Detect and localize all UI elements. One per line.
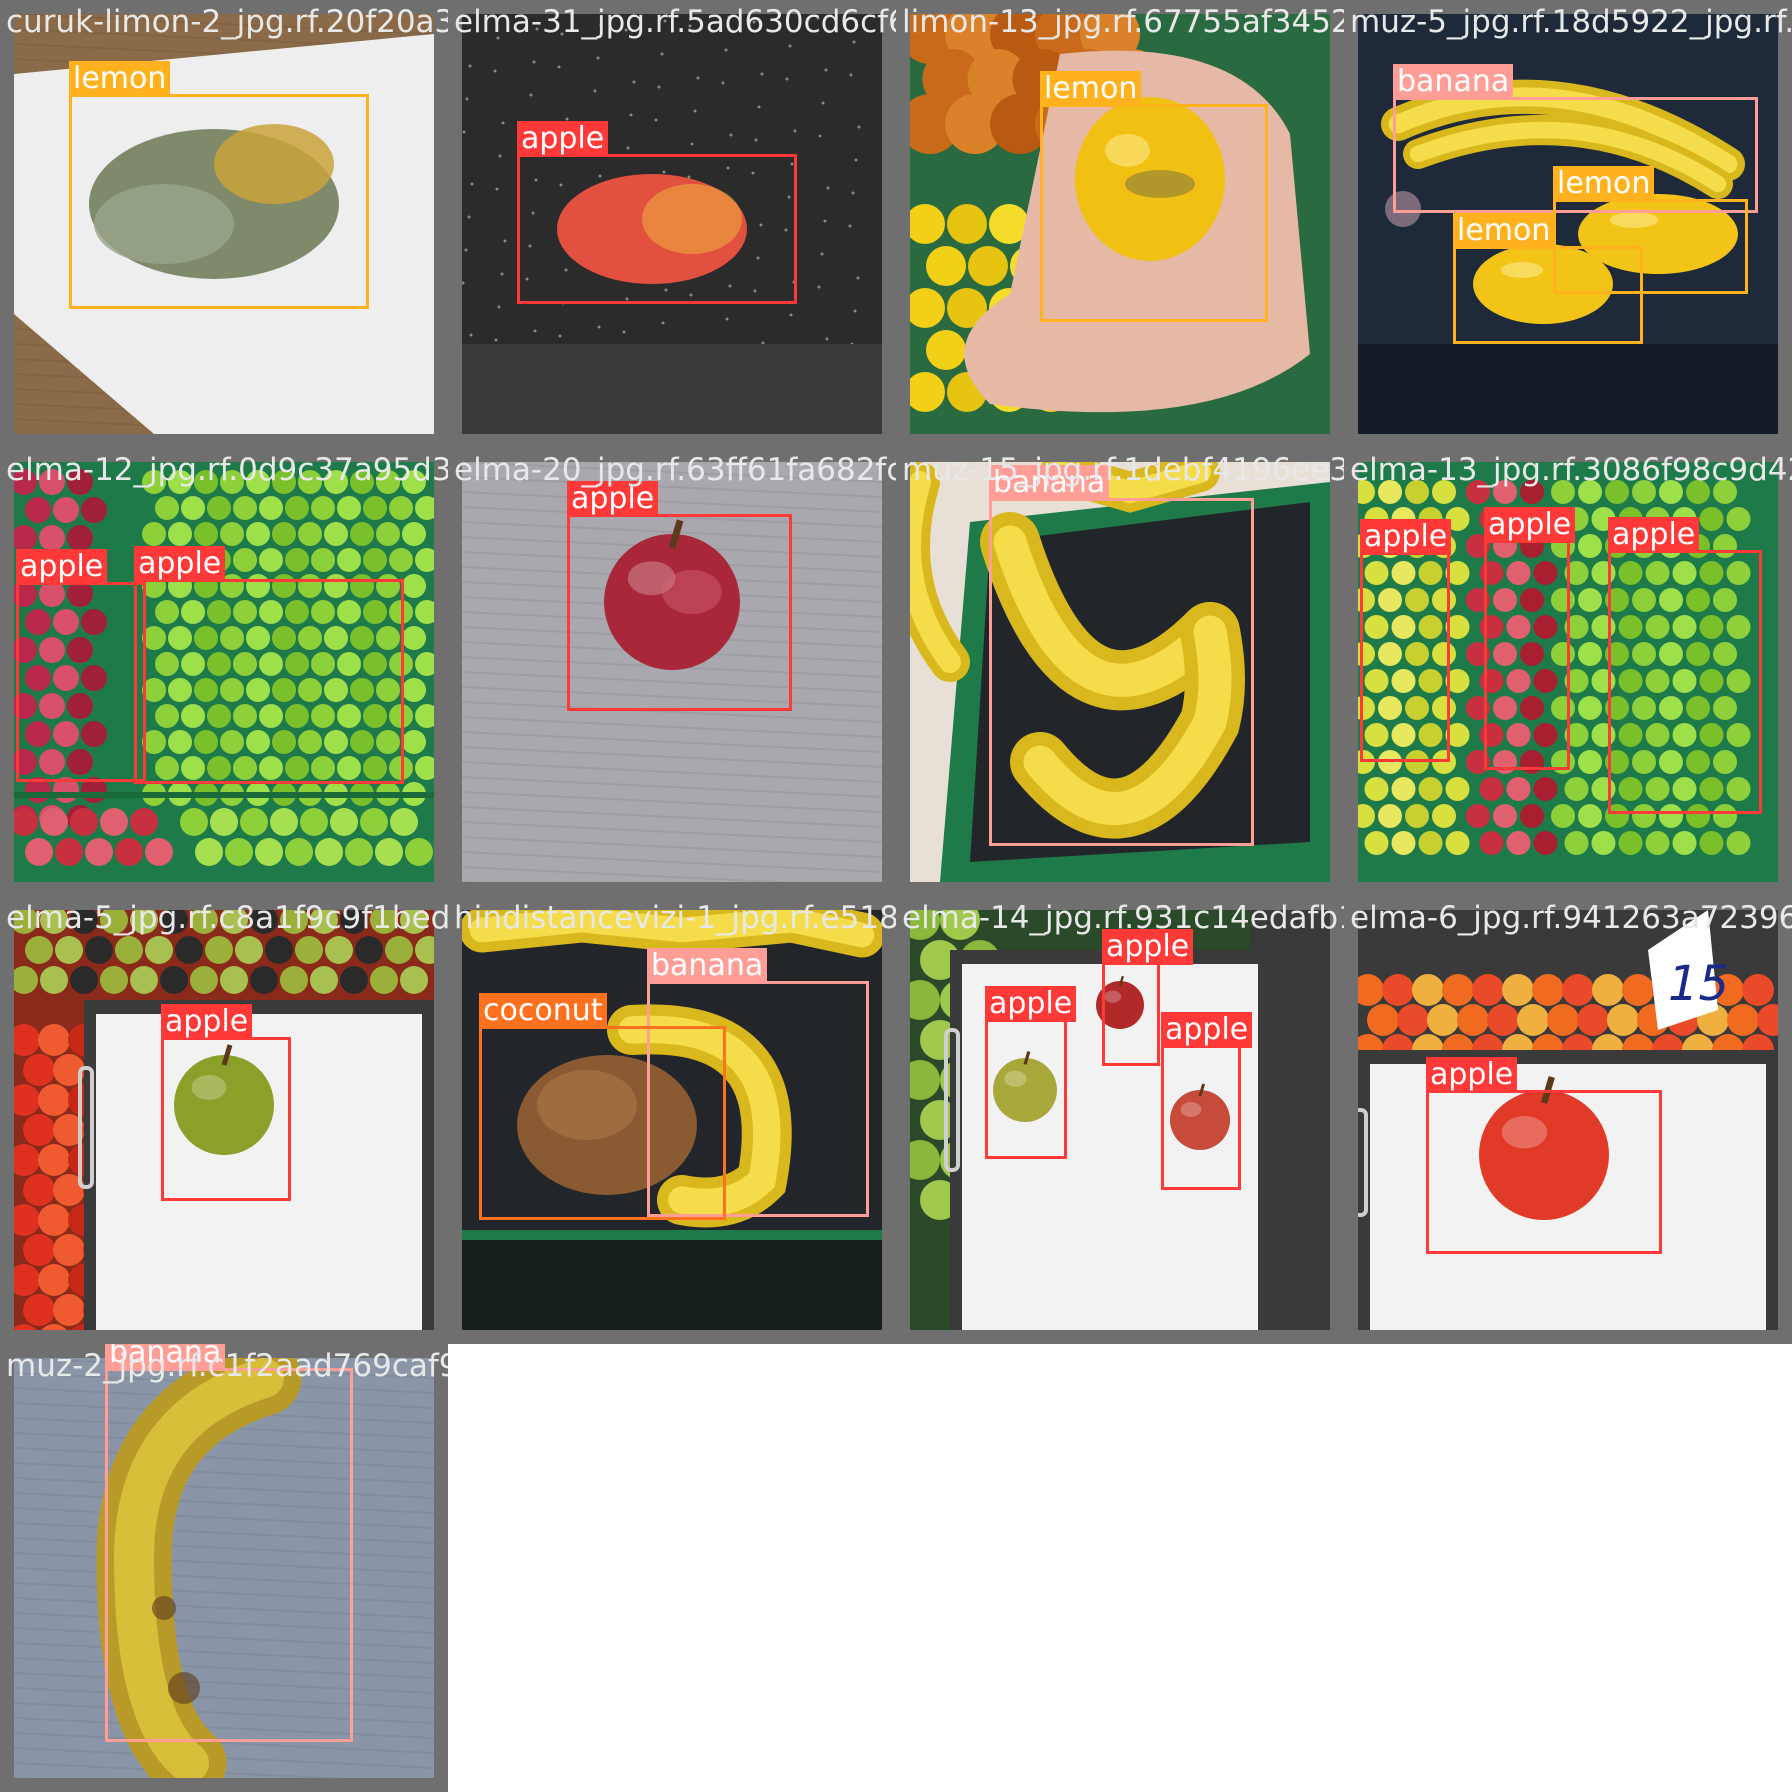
- apple-detection-box: apple: [985, 986, 1077, 1159]
- image-filename: elma-31_jpg.rf.5ad630cd6cf609dbf591ea: [454, 4, 896, 40]
- detection-label: apple: [134, 546, 226, 582]
- detection-label: banana: [647, 948, 768, 984]
- image-tile: appleelma-20_jpg.rf.63ff61fa682fc5d12f: [448, 448, 896, 896]
- image-tile: apple elma-5_jpg.rf.c8a1f9c9f1bedb8c43: [0, 896, 448, 1344]
- image-tile: lemon curuk-limon-2_jpg.rf.20f20a37eaa820…: [0, 0, 448, 448]
- image-filename: muz-15_jpg.rf.1debf4196ee388a72e7537873b: [902, 452, 1344, 488]
- detection-label: lemon: [1040, 71, 1142, 107]
- detection-label: banana: [1393, 64, 1514, 100]
- apple-detection-box: apple: [134, 546, 404, 784]
- image-filename: muz-2_jpg.rf.c1f2aad769caf9bcd45b0718: [6, 1348, 448, 1384]
- banana-detection-box: banana: [989, 465, 1254, 846]
- image-tile: apple elma-31_jpg.rf.5ad630cd6cf609dbf591…: [448, 0, 896, 448]
- detection-mosaic: lemon curuk-limon-2_jpg.rf.20f20a37eaa820…: [0, 0, 1792, 1792]
- image-tile: lemon limon-13_jpg.rf.67755af34520738c1a3…: [896, 0, 1344, 448]
- detection-label: apple: [1161, 1012, 1253, 1048]
- detection-label: lemon: [1553, 166, 1655, 202]
- image-filename: elma-5_jpg.rf.c8a1f9c9f1bedb8c43: [6, 900, 448, 936]
- coconut-detection-box: coconut: [479, 993, 726, 1220]
- detection-label: apple: [1360, 519, 1452, 555]
- image-filename: curuk-limon-2_jpg.rf.20f20a37eaa820e0cc: [6, 4, 448, 40]
- detection-label: lemon: [1453, 213, 1555, 249]
- image-tile: apple apple elma-12_jpg.rf.0d9c37a95d3e5f7…: [0, 448, 448, 896]
- image-filename: muz-5_jpg.rf.18d5922_jpg.rf.598b: [1350, 4, 1792, 40]
- apple-detection-box: apple: [16, 549, 146, 782]
- apple-detection-box: apple: [1426, 1057, 1662, 1254]
- apple-detection-box: apple: [1608, 517, 1762, 814]
- banana-detection-box: banana: [105, 1344, 353, 1742]
- image-tile: apple apple apple elma-13_jpg.rf.3086f98c9d…: [1344, 448, 1792, 896]
- svg-text:15: 15: [1668, 956, 1729, 1012]
- detection-label: apple: [985, 986, 1077, 1022]
- lemon-detection-box: lemon: [1453, 213, 1643, 344]
- detection-label: apple: [1484, 507, 1576, 543]
- image-filename: hindistancevizi-1_jpg.rf.e518a68c: [454, 900, 896, 936]
- apple-detection-box: apple: [517, 121, 797, 304]
- image-tile: banana lemon lemon muz-5_jpg.rf.18d5922_jpg…: [1344, 0, 1792, 448]
- apple-detection-box: apple: [1102, 929, 1194, 1066]
- detection-label: apple: [16, 549, 108, 585]
- apple-detection-box: apple: [1484, 507, 1576, 770]
- detection-label: apple: [161, 1004, 253, 1040]
- image-tile: apple apple apple elma-14_jpg.rf.931c14edaf…: [896, 896, 1344, 1344]
- detection-label: apple: [517, 121, 609, 157]
- apple-detection-box: apple: [161, 1004, 291, 1201]
- detection-label: lemon: [69, 61, 171, 97]
- image-filename: elma-6_jpg.rf.941263a72396: [1350, 900, 1792, 936]
- image-tile: bananamuz-15_jpg.rf.1debf4196ee388a72e75…: [896, 448, 1344, 896]
- detection-label: coconut: [479, 993, 607, 1029]
- image-tile: bananamuz-2_jpg.rf.c1f2aad769caf9bcd45b0…: [0, 1344, 448, 1792]
- lemon-detection-box: lemon: [69, 61, 369, 309]
- apple-detection-box: apple: [1161, 1012, 1253, 1190]
- image-filename: elma-12_jpg.rf.0d9c37a95d3e5f76a: [6, 452, 448, 488]
- apple-detection-box: apple: [567, 481, 792, 711]
- lemon-detection-box: lemon: [1040, 71, 1268, 322]
- image-filename: elma-13_jpg.rf.3086f98c9d420: [1350, 452, 1792, 488]
- image-tile: banana coconut hindistancevizi-1_jpg.rf.e5…: [448, 896, 896, 1344]
- detection-label: apple: [1608, 517, 1700, 553]
- detection-label: apple: [1426, 1057, 1518, 1093]
- image-filename: elma-14_jpg.rf.931c14edafb16: [902, 900, 1344, 936]
- image-tile: 15 apple elma-6_jpg.rf.941263a72396: [1344, 896, 1792, 1344]
- image-filename: limon-13_jpg.rf.67755af34520738c1a36fbb5…: [902, 4, 1344, 40]
- image-filename: elma-20_jpg.rf.63ff61fa682fc5d12f: [454, 452, 896, 488]
- apple-detection-box: apple: [1360, 519, 1452, 762]
